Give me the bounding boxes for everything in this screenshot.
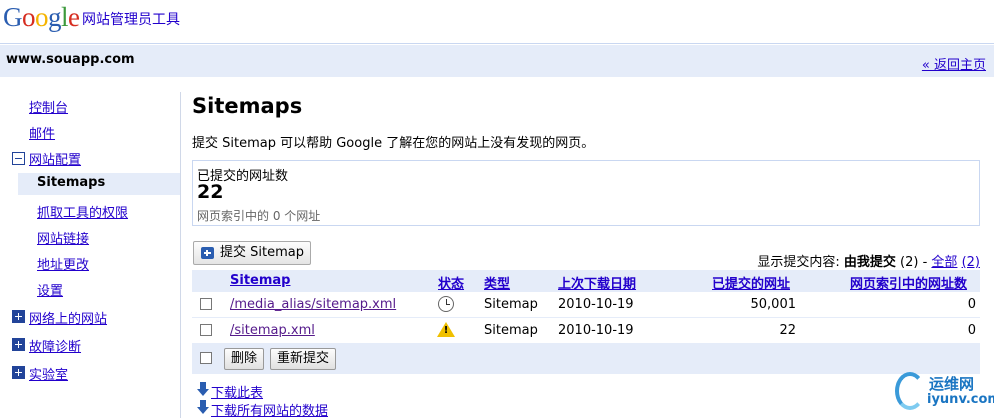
expand-icon[interactable]	[12, 366, 25, 379]
page-description: 提交 Sitemap 可以帮助 Google 了解在您的网站上没有发现的网页。	[192, 136, 595, 151]
download-arrow-icon	[197, 382, 209, 396]
download-arrow-icon	[197, 400, 209, 414]
stat-indexed: 网页索引中的 0 个网址	[197, 209, 321, 223]
logo-letter: l	[61, 2, 69, 32]
sidebar-item-change-of-address[interactable]: 地址更改	[37, 254, 89, 276]
sidebar-item-messages[interactable]: 邮件	[29, 123, 55, 145]
last-downloaded: 2010-10-19	[558, 297, 634, 312]
expand-icon[interactable]	[12, 310, 25, 323]
logo-letter: o	[22, 2, 36, 32]
sitemap-link[interactable]: /media_alias/sitemap.xml	[230, 297, 396, 312]
sidebar-item-dashboard[interactable]: 控制台	[29, 97, 68, 119]
indexed-count: 0	[967, 297, 976, 312]
watermark-logo: 运维网 iyunv.com	[893, 370, 994, 414]
delete-button[interactable]: 删除	[224, 348, 265, 370]
resubmit-button[interactable]: 重新提交	[270, 348, 337, 370]
row-checkbox[interactable]	[200, 324, 212, 336]
table-row: /sitemap.xml ! Sitemap 2010-10-19 22 0	[192, 318, 980, 344]
select-all-checkbox[interactable]	[200, 352, 212, 364]
logo-letter: G	[3, 2, 23, 32]
sitemap-type: Sitemap	[484, 297, 538, 312]
sidebar-item-diagnostics[interactable]: 故障诊断	[29, 336, 81, 358]
filter-bar: 显示提交内容: 由我提交 (2) - 全部 (2)	[757, 251, 980, 270]
stat-value: 22	[197, 181, 224, 203]
sidebar-divider	[180, 92, 181, 418]
col-header-submitted-urls[interactable]: 已提交的网址	[712, 273, 790, 292]
sidebar-item-sitelinks[interactable]: 网站链接	[37, 228, 89, 250]
row-checkbox[interactable]	[200, 298, 212, 310]
collapse-icon[interactable]	[12, 152, 25, 165]
table-actions-bar: 删除 重新提交	[192, 344, 980, 374]
submitted-urls-box: 已提交的网址数 22 网页索引中的 0 个网址	[192, 160, 980, 226]
sidebar-item-crawler-access[interactable]: 抓取工具的权限	[37, 202, 128, 224]
table-header: Sitemap 状态 类型 上次下载日期 已提交的网址 网页索引中的网址数	[192, 270, 980, 292]
download-table-link[interactable]: 下载此表	[211, 382, 263, 401]
indexed-count: 0	[967, 323, 976, 338]
sidebar-item-labs[interactable]: 实验室	[29, 364, 68, 386]
col-header-type[interactable]: 类型	[484, 273, 510, 292]
filter-prefix: 显示提交内容:	[757, 255, 840, 270]
download-all-sites-link[interactable]: 下载所有网站的数据	[211, 400, 328, 419]
back-home-link[interactable]: « 返回主页	[922, 54, 986, 73]
filter-sep: -	[922, 255, 928, 270]
filter-all-link[interactable]: 全部	[931, 255, 957, 270]
submit-sitemap-label: 提交 Sitemap	[220, 245, 304, 260]
watermark-en: iyunv.com	[927, 392, 994, 407]
col-header-indexed-urls[interactable]: 网页索引中的网址数	[850, 273, 967, 292]
watermark-cn: 运维网	[929, 375, 975, 393]
plus-icon	[201, 247, 214, 259]
top-bar: Google 网站管理员工具	[0, 0, 994, 44]
product-name[interactable]: 网站管理员工具	[82, 9, 180, 29]
col-header-last-downloaded[interactable]: 上次下载日期	[558, 273, 636, 292]
submitted-count: 50,001	[750, 297, 797, 312]
watermark-swoosh-icon	[895, 372, 925, 410]
sidebar-item-site-config[interactable]: 网站配置	[29, 149, 81, 171]
logo-letter: o	[35, 2, 49, 32]
sidebar-item-settings[interactable]: 设置	[37, 280, 63, 302]
logo-letter: g	[48, 2, 62, 32]
submitted-count: 22	[779, 323, 796, 338]
col-header-status[interactable]: 状态	[438, 273, 464, 292]
filter-current: 由我提交	[843, 255, 896, 270]
clock-icon	[438, 296, 454, 312]
filter-current-count: (2)	[900, 255, 919, 270]
last-downloaded: 2010-10-19	[558, 323, 634, 338]
google-logo[interactable]: Google	[3, 2, 80, 33]
sitemap-link[interactable]: /sitemap.xml	[230, 323, 315, 338]
warning-exclaim: !	[443, 325, 449, 336]
submit-sitemap-button[interactable]: 提交 Sitemap	[193, 241, 311, 265]
sidebar-item-your-site-on-web[interactable]: 网络上的网站	[29, 308, 107, 330]
sidebar-item-sitemaps[interactable]: Sitemaps	[18, 173, 180, 195]
site-name: www.souapp.com	[6, 52, 135, 67]
col-header-sitemap[interactable]: Sitemap	[230, 273, 290, 288]
filter-all-count[interactable]: (2)	[962, 255, 980, 270]
logo-letter: e	[68, 2, 80, 32]
sitemap-type: Sitemap	[484, 323, 538, 338]
expand-icon[interactable]	[12, 338, 25, 351]
site-bar: www.souapp.com « 返回主页	[0, 45, 994, 77]
table-row: /media_alias/sitemap.xml Sitemap 2010-10…	[192, 292, 980, 318]
page-title: Sitemaps	[192, 94, 303, 118]
